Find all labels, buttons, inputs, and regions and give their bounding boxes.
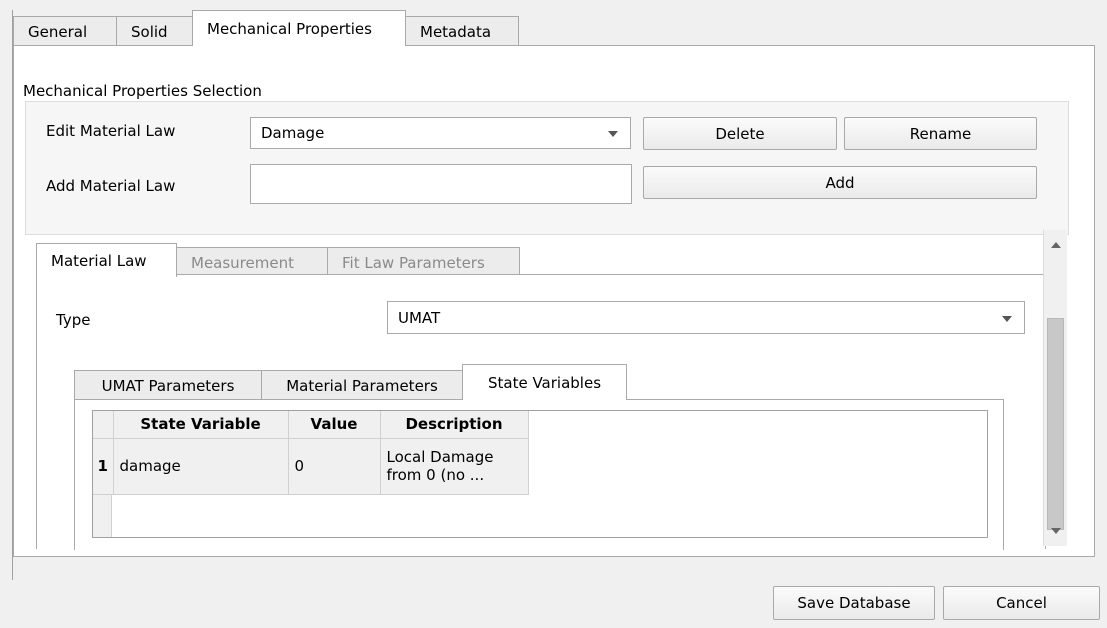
state-variables-table[interactable]: State Variable Value Description 1 damag… — [92, 410, 988, 538]
add-material-law-input[interactable] — [250, 164, 632, 204]
cell-value[interactable]: 0 — [288, 438, 381, 495]
tab-general[interactable]: General — [13, 16, 117, 46]
rename-button[interactable]: Rename — [844, 117, 1037, 150]
vertical-scrollbar[interactable] — [1043, 230, 1067, 546]
umat-sub-tab-bar: UMAT Parameters Material Parameters Stat… — [74, 364, 627, 400]
row-number[interactable]: 1 — [93, 438, 114, 495]
section-title: Mechanical Properties Selection — [23, 82, 262, 100]
law-tab-bar: Material Law Measurement Fit Law Paramet… — [36, 241, 520, 277]
scroll-up-icon[interactable] — [1051, 242, 1061, 248]
tab-solid[interactable]: Solid — [116, 16, 193, 46]
tab-mechanical-properties[interactable]: Mechanical Properties — [192, 10, 406, 46]
tab-measurement[interactable]: Measurement — [176, 247, 328, 277]
tab-metadata[interactable]: Metadata — [405, 16, 519, 46]
chevron-down-icon — [608, 131, 618, 137]
tab-material-parameters[interactable]: Material Parameters — [261, 370, 463, 400]
tab-material-law[interactable]: Material Law — [36, 243, 177, 277]
chevron-down-icon — [1002, 315, 1012, 322]
edit-material-law-value: Damage — [261, 124, 325, 142]
tab-umat-parameters[interactable]: UMAT Parameters — [74, 370, 262, 400]
column-header-value[interactable]: Value — [288, 411, 381, 439]
cell-state-variable[interactable]: damage — [113, 438, 289, 495]
scroll-down-icon[interactable] — [1051, 528, 1061, 534]
edit-material-law-label: Edit Material Law — [46, 122, 176, 140]
cell-description[interactable]: Local Damage from 0 (no ... — [380, 438, 529, 495]
type-value: UMAT — [398, 308, 441, 327]
type-combo[interactable]: UMAT — [387, 301, 1025, 334]
type-label: Type — [56, 311, 91, 329]
description-line-2: from 0 (no ... — [386, 466, 485, 484]
table-row[interactable]: 1 damage 0 Local Damage from 0 (no ... — [93, 438, 529, 495]
row-header-strip — [93, 495, 112, 537]
add-button[interactable]: Add — [643, 166, 1037, 199]
delete-button[interactable]: Delete — [643, 117, 837, 150]
column-header-description[interactable]: Description — [380, 411, 529, 439]
edit-material-law-combo[interactable]: Damage — [250, 117, 631, 149]
material-law-selection-group: Edit Material Law Damage Delete Rename A… — [25, 101, 1069, 235]
table-corner — [93, 411, 114, 439]
column-header-state-variable[interactable]: State Variable — [113, 411, 289, 439]
save-database-button[interactable]: Save Database — [773, 586, 935, 620]
description-line-1: Local Damage — [386, 448, 494, 466]
tab-fit-law-parameters[interactable]: Fit Law Parameters — [327, 247, 520, 277]
cancel-button[interactable]: Cancel — [943, 586, 1100, 620]
tab-state-variables[interactable]: State Variables — [462, 364, 627, 400]
scrollbar-thumb[interactable] — [1047, 318, 1064, 530]
main-tab-bar: General Solid Mechanical Properties Meta… — [13, 10, 519, 46]
add-material-law-label: Add Material Law — [46, 177, 176, 195]
